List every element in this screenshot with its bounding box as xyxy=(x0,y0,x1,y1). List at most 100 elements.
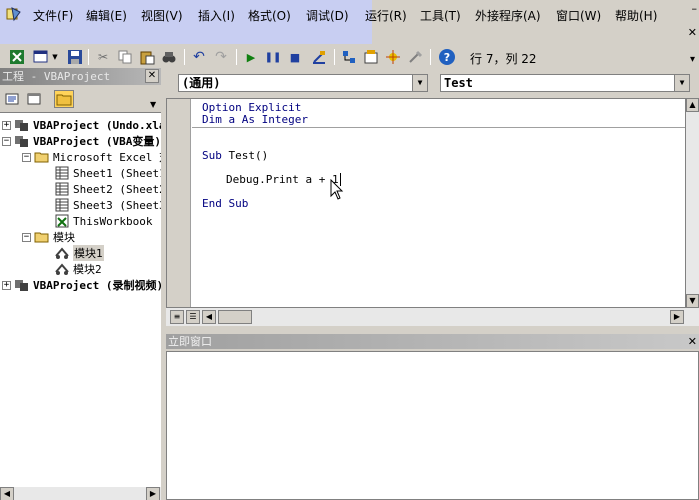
tree-node-thisworkbook[interactable]: ThisWorkbook xyxy=(54,213,152,229)
tree-node-vba-variable[interactable]: − VBAProject (VBA变量) xyxy=(2,133,161,149)
code-window: (通用) ▼ Test ▼ Option Explicit Dim a As I… xyxy=(166,72,699,326)
panel-menu-icon[interactable]: ▼ xyxy=(150,100,156,109)
pause-icon[interactable]: ❚❚ xyxy=(264,48,282,66)
menu-run[interactable]: 运行(R) xyxy=(365,7,407,24)
folder-open-icon xyxy=(34,152,49,163)
procedure-combo[interactable]: Test ▼ xyxy=(440,74,690,92)
worksheet-icon xyxy=(55,198,69,212)
module-icon xyxy=(55,263,69,275)
collapse-icon[interactable]: − xyxy=(2,136,11,146)
save-icon[interactable] xyxy=(66,48,84,66)
worksheet-icon xyxy=(55,182,69,196)
chevron-down-icon[interactable]: ▼ xyxy=(412,75,427,91)
minimize-icon[interactable]: – xyxy=(692,2,698,15)
project-explorer-title: 工程 - VBAProject xyxy=(0,68,161,85)
tree-node-sheet2[interactable]: Sheet2 (Sheet2) xyxy=(54,181,161,197)
tree-node-module1[interactable]: 模块1 xyxy=(54,245,104,261)
cursor-position: 行 7，列 22 xyxy=(470,52,537,66)
menu-help[interactable]: 帮助(H) xyxy=(615,7,657,24)
cut-icon[interactable]: ✂ xyxy=(94,48,112,66)
object-combo[interactable]: (通用) ▼ xyxy=(178,74,428,92)
close-icon[interactable]: ✕ xyxy=(688,335,697,348)
code-vscrollbar[interactable]: ▲ ▼ xyxy=(686,98,699,308)
find-icon[interactable] xyxy=(160,48,178,66)
copy-icon[interactable] xyxy=(116,48,134,66)
folder-open-icon xyxy=(34,232,49,243)
redo-icon[interactable]: ↷ xyxy=(212,48,230,66)
tree-node-module2[interactable]: 模块2 xyxy=(54,261,102,277)
code-line-2[interactable]: Dim a As Integer xyxy=(202,113,308,126)
tree-node-sheet1[interactable]: Sheet1 (Sheet1) xyxy=(54,165,161,181)
menu-tools[interactable]: 工具(T) xyxy=(420,7,461,24)
toolbar-options-icon[interactable]: ▾ xyxy=(690,54,695,65)
immediate-input[interactable] xyxy=(166,351,699,500)
vba-project-icon xyxy=(15,120,28,131)
vba-app-icon[interactable] xyxy=(6,6,22,22)
project-tree: + VBAProject (Undo.xla) − VBAProject (VB… xyxy=(0,112,161,488)
full-module-view-icon[interactable]: ☰ xyxy=(186,310,200,324)
menu-edit[interactable]: 编辑(E) xyxy=(86,7,127,24)
scroll-down-icon[interactable]: ▼ xyxy=(686,294,699,308)
hscroll-thumb[interactable] xyxy=(218,310,252,324)
immediate-window: 立即窗口 ✕ xyxy=(166,334,699,500)
vba-project-icon xyxy=(15,280,28,291)
toggle-folders-icon[interactable] xyxy=(54,90,74,108)
menu-format[interactable]: 格式(O) xyxy=(248,7,291,24)
menu-bar: 文件(F) 编辑(E) 视图(V) 插入(I) 格式(O) 调试(D) 运行(R… xyxy=(0,0,699,48)
standard-toolbar: ▼ ✂ ↶ ↷ ▶ ❚❚ ■ ? 行 7，列 22 ▾ xyxy=(0,44,699,70)
excel-view-icon[interactable] xyxy=(8,48,26,66)
menu-insert[interactable]: 插入(I) xyxy=(198,7,235,24)
menu-addins[interactable]: 外接程序(A) xyxy=(475,7,541,24)
tree-node-excel-objects[interactable]: − Microsoft Excel 对象 xyxy=(22,149,161,165)
declaration-divider xyxy=(192,127,685,128)
insert-userform-icon[interactable] xyxy=(32,48,50,66)
code-margin[interactable] xyxy=(167,99,191,307)
code-hscrollbar[interactable]: ≡ ☰ ◀ ▶ xyxy=(166,308,699,326)
close-icon[interactable]: ✕ xyxy=(688,26,697,39)
code-line-4[interactable]: Sub Test() xyxy=(202,149,268,162)
vba-project-icon xyxy=(15,136,28,147)
object-browser-icon[interactable] xyxy=(384,48,402,66)
mouse-pointer-icon xyxy=(330,179,344,200)
code-line-8[interactable]: End Sub xyxy=(202,197,248,210)
scroll-left-icon[interactable]: ◀ xyxy=(0,487,14,500)
tree-node-undo[interactable]: + VBAProject (Undo.xla) xyxy=(2,117,161,133)
view-object-icon[interactable] xyxy=(24,90,44,108)
collapse-icon[interactable]: − xyxy=(22,152,31,162)
undo-icon[interactable]: ↶ xyxy=(190,48,208,66)
menu-window[interactable]: 窗口(W) xyxy=(556,7,601,24)
collapse-icon[interactable]: − xyxy=(22,232,31,242)
menu-view[interactable]: 视图(V) xyxy=(141,7,183,24)
scroll-up-icon[interactable]: ▲ xyxy=(686,98,699,112)
project-explorer: 工程 - VBAProject ✕ ▼ + VBAProject (Undo.x… xyxy=(0,68,161,500)
paste-icon[interactable] xyxy=(138,48,156,66)
scroll-left-icon[interactable]: ◀ xyxy=(202,310,216,324)
design-mode-icon[interactable] xyxy=(310,48,328,66)
svg-text:?: ? xyxy=(444,51,450,64)
tree-node-modules[interactable]: − 模块 xyxy=(22,229,75,245)
project-explorer-icon[interactable] xyxy=(340,48,358,66)
help-icon[interactable]: ? xyxy=(438,48,456,66)
chevron-down-icon[interactable]: ▼ xyxy=(50,48,60,66)
menu-file[interactable]: 文件(F) xyxy=(33,7,73,24)
properties-window-icon[interactable] xyxy=(362,48,380,66)
stop-icon[interactable]: ■ xyxy=(286,48,304,66)
module-icon xyxy=(55,247,69,259)
view-code-icon[interactable] xyxy=(2,90,22,108)
scroll-right-icon[interactable]: ▶ xyxy=(670,310,684,324)
code-line-6[interactable]: Debug.Print a + 1 xyxy=(226,173,341,186)
scroll-right-icon[interactable]: ▶ xyxy=(146,487,160,500)
run-icon[interactable]: ▶ xyxy=(242,48,260,66)
close-icon[interactable]: ✕ xyxy=(145,69,159,83)
workbook-icon xyxy=(55,214,69,228)
tree-node-sheet3[interactable]: Sheet3 (Sheet3) xyxy=(54,197,161,213)
code-editor[interactable]: Option Explicit Dim a As Integer Sub Tes… xyxy=(166,98,686,308)
menu-debug[interactable]: 调试(D) xyxy=(306,7,349,24)
expand-icon[interactable]: + xyxy=(2,120,11,130)
procedure-view-icon[interactable]: ≡ xyxy=(170,310,184,324)
tree-node-record-video[interactable]: + VBAProject (录制视频) xyxy=(2,277,161,293)
expand-icon[interactable]: + xyxy=(2,280,11,290)
toolbox-icon[interactable] xyxy=(406,48,424,66)
chevron-down-icon[interactable]: ▼ xyxy=(674,75,689,91)
project-tree-hscrollbar[interactable]: ◀ ▶ xyxy=(0,486,161,500)
